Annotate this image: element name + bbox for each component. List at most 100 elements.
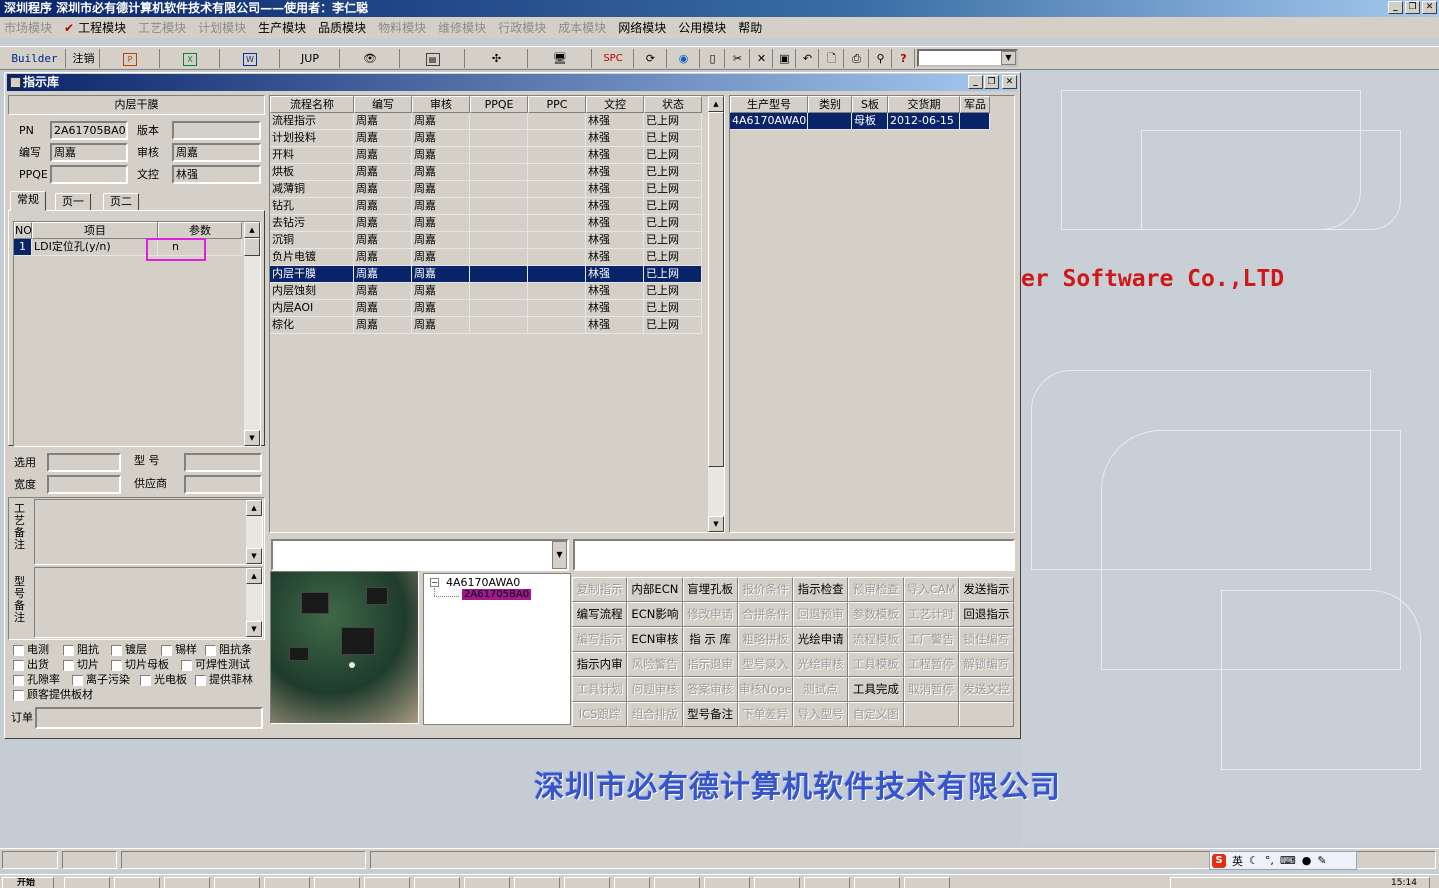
param-grid-scrollbar[interactable]: ▲ ▼ — [244, 222, 260, 446]
taskbar-item[interactable] — [264, 877, 310, 888]
action-button-18[interactable]: 指 示 库 — [682, 627, 738, 652]
process-header-4[interactable]: PPC — [528, 96, 586, 113]
database-button[interactable]: ▤ — [401, 49, 465, 68]
taskbar-item[interactable] — [804, 877, 850, 888]
taskbar-item[interactable] — [64, 877, 110, 888]
menu-item-7[interactable]: 维修模块 — [438, 19, 486, 36]
action-button-26[interactable]: 指示退审 — [682, 652, 738, 677]
jup-button[interactable]: JUP — [281, 49, 340, 68]
taskbar-item[interactable] — [514, 877, 560, 888]
cut-button[interactable]: ✂ — [726, 49, 750, 68]
action-button-6[interactable]: 导入CAM — [903, 577, 959, 602]
chevron-down-icon[interactable]: ▼ — [552, 541, 567, 569]
action-button-0[interactable]: 复制指示 — [572, 577, 628, 602]
table-row[interactable]: 内层AOI 周嘉 周嘉 林强 已上网 — [270, 300, 702, 317]
product-header-4[interactable]: 军品 — [960, 96, 990, 113]
action-button-14[interactable]: 工艺计时 — [903, 602, 959, 627]
save-button[interactable]: ▣ — [774, 49, 796, 68]
width-field[interactable] — [47, 475, 121, 494]
action-button-37[interactable]: 工具完成 — [848, 677, 904, 702]
action-button-3[interactable]: 报价条件 — [737, 577, 793, 602]
scroll-up-icon[interactable]: ▲ — [244, 222, 260, 238]
action-button-46[interactable] — [903, 702, 959, 727]
checkbox-9[interactable]: 孔隙率 — [13, 673, 60, 686]
table-row[interactable]: 去钻污 周嘉 周嘉 林强 已上网 — [270, 215, 702, 232]
scroll-thumb[interactable] — [244, 238, 260, 256]
taskbar-item[interactable] — [464, 877, 510, 888]
browser-button[interactable]: ◉ — [668, 49, 700, 68]
close-icon[interactable]: ✕ — [1002, 75, 1017, 89]
scroll-down-icon[interactable]: ▼ — [246, 548, 262, 564]
action-button-2[interactable]: 盲埋孔板 — [682, 577, 738, 602]
taskbar-item[interactable] — [364, 877, 410, 888]
action-button-33[interactable]: 问题审核 — [627, 677, 683, 702]
action-button-35[interactable]: 审核Nope — [737, 677, 793, 702]
action-button-28[interactable]: 光绘审核 — [793, 652, 849, 677]
table-row[interactable]: 1 LDI定位孔(y/n) n — [14, 239, 242, 256]
review-field[interactable]: 周嘉 — [172, 143, 261, 162]
product-header-0[interactable]: 生产型号 — [730, 96, 808, 113]
taskbar-item[interactable] — [704, 877, 750, 888]
filter-combo[interactable]: ▼ — [271, 539, 569, 571]
find-button[interactable]: ⚲ — [870, 49, 892, 68]
menu-item-3[interactable]: 计划模块 — [198, 19, 246, 36]
preview-button[interactable]: 🗋 — [820, 49, 844, 68]
menu-item-8[interactable]: 行政模块 — [498, 19, 546, 36]
action-button-11[interactable]: 合拼条件 — [737, 602, 793, 627]
action-button-31[interactable]: 解锁编写 — [958, 652, 1014, 677]
view-button[interactable]: 👁 — [341, 49, 400, 68]
action-button-7[interactable]: 发送指示 — [958, 577, 1014, 602]
checkbox-box[interactable] — [13, 644, 24, 656]
action-button-40[interactable]: ICS跟踪 — [572, 702, 628, 727]
menu-item-1[interactable]: 工程模块 — [78, 19, 126, 36]
tab-general[interactable]: 常规 — [10, 191, 46, 211]
checkbox-12[interactable]: 提供菲林 — [195, 673, 253, 686]
product-header-1[interactable]: 类别 — [808, 96, 852, 113]
checkbox-11[interactable]: 光电板 — [140, 673, 187, 686]
action-button-36[interactable]: 测试点 — [793, 677, 849, 702]
checkbox-box[interactable] — [181, 659, 192, 671]
scroll-up-icon[interactable]: ▲ — [708, 96, 724, 112]
checkbox-2[interactable]: 镀层 — [111, 643, 147, 656]
minimize-icon[interactable]: _ — [968, 75, 983, 89]
taskbar-item[interactable] — [754, 877, 800, 888]
scroll-down-icon[interactable]: ▼ — [708, 516, 724, 532]
checkbox-box[interactable] — [63, 644, 74, 656]
moon-icon[interactable]: ☾ — [1249, 854, 1259, 867]
checkbox-3[interactable]: 锡样 — [161, 643, 197, 656]
start-button[interactable]: 开始 — [2, 877, 54, 888]
action-button-10[interactable]: 修改申请 — [682, 602, 738, 627]
taskbar-item[interactable] — [314, 877, 360, 888]
logout-button[interactable]: 注销 — [68, 49, 100, 68]
taskbar-item[interactable] — [904, 877, 950, 888]
process-header-6[interactable]: 状态 — [644, 96, 702, 113]
action-button-23[interactable]: 锁住编写 — [958, 627, 1014, 652]
action-button-1[interactable]: 内部ECN — [627, 577, 683, 602]
action-button-25[interactable]: 风险警告 — [627, 652, 683, 677]
tree-child-node[interactable]: 2A61705BA0 — [462, 589, 532, 600]
tab-page-two[interactable]: 页二 — [103, 193, 139, 211]
table-row[interactable]: 计划投料 周嘉 周嘉 林强 已上网 — [270, 130, 702, 147]
process-note-textarea[interactable]: ▲ ▼ — [34, 499, 263, 565]
delete-button[interactable]: ✕ — [751, 49, 773, 68]
scroll-down-icon[interactable]: ▼ — [246, 621, 262, 637]
menu-item-4[interactable]: 生产模块 — [258, 19, 306, 36]
checkbox-box[interactable] — [111, 659, 122, 671]
process-header-1[interactable]: 编写 — [354, 96, 412, 113]
menu-item-10[interactable]: 网络模块 — [618, 19, 666, 36]
ime-mode[interactable]: 英 — [1232, 853, 1243, 869]
action-button-24[interactable]: 指示内审 — [572, 652, 628, 677]
process-grid-scrollbar[interactable]: ▲ ▼ — [708, 96, 724, 532]
action-button-8[interactable]: 编写流程 — [572, 602, 628, 627]
tree-root-node[interactable]: 4A6170AWA0 — [446, 576, 520, 589]
checkbox-0[interactable]: 电测 — [13, 643, 49, 656]
taskbar-item[interactable] — [414, 877, 460, 888]
product-header-3[interactable]: 交货期 — [888, 96, 960, 113]
checkbox-box[interactable] — [161, 644, 172, 656]
action-button-16[interactable]: 编写指示 — [572, 627, 628, 652]
ppqe-field[interactable] — [50, 165, 128, 184]
table-row[interactable]: 烘板 周嘉 周嘉 林强 已上网 — [270, 164, 702, 181]
version-field[interactable] — [172, 121, 261, 140]
action-button-42[interactable]: 型号备注 — [682, 702, 738, 727]
taskbar-item[interactable] — [214, 877, 260, 888]
